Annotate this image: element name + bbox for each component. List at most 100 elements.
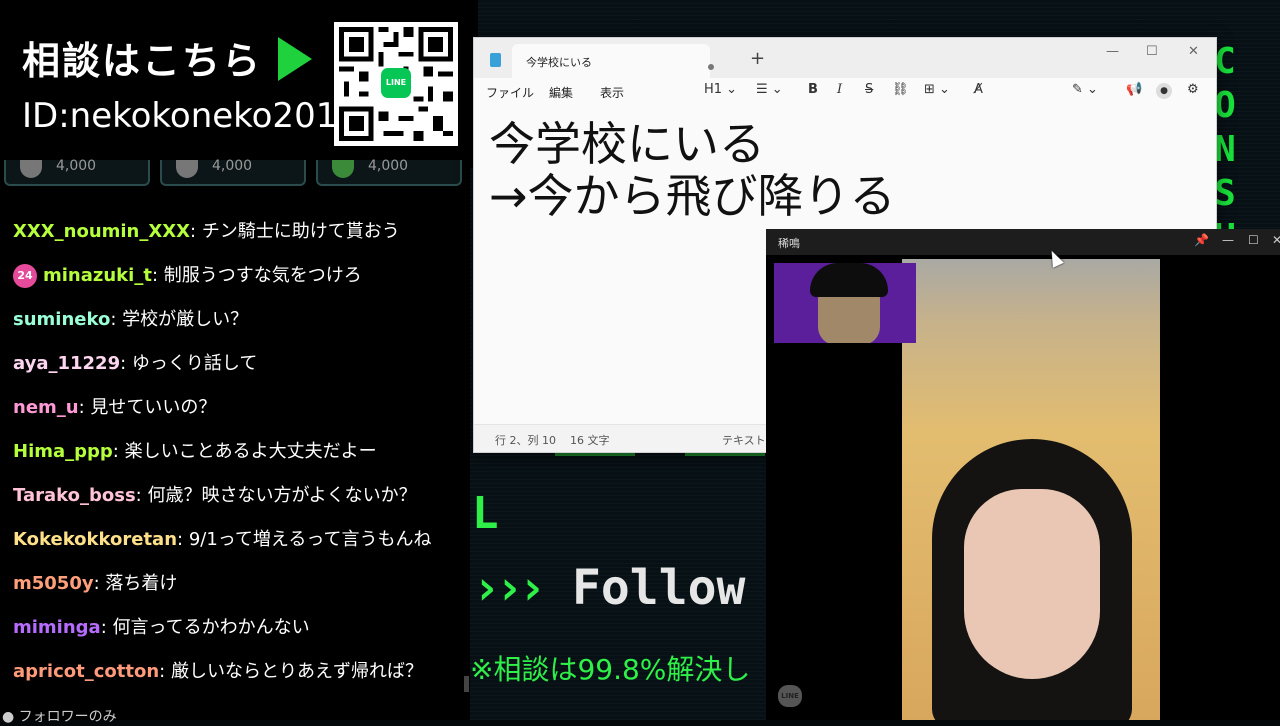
notepad-menubar bbox=[474, 78, 1216, 110]
chat-text: 学校が厳しい？ bbox=[122, 309, 249, 330]
sub-badge-icon: 24 bbox=[13, 264, 37, 288]
chat-message: Hima_ppp: 楽しいことあるよ大丈夫だよー bbox=[13, 432, 463, 476]
chat-message-list: XXX_noumin_XXX: チン騎士に助けて貰おう 24 minazuki_t:… bbox=[13, 212, 463, 696]
chat-separator: : bbox=[120, 353, 132, 374]
chat-scrollbar[interactable] bbox=[464, 676, 469, 692]
heading-dropdown[interactable]: H1 ⌄ bbox=[704, 82, 737, 97]
char-count: 16 文字 bbox=[570, 434, 610, 447]
line-watermark-icon: LINE bbox=[778, 685, 802, 707]
notepad-text-area[interactable]: 今学校にいる →今から飛び降りる bbox=[489, 118, 896, 222]
gift-count: 4,000 bbox=[212, 158, 253, 174]
table-dropdown-icon[interactable]: ⊞ ⌄ bbox=[924, 82, 950, 97]
chat-message: nem_u: 見せていいの？ bbox=[13, 388, 463, 432]
avatar bbox=[20, 160, 42, 178]
play-arrow-icon bbox=[278, 37, 312, 81]
settings-gear-icon[interactable]: ⚙ bbox=[1187, 82, 1199, 97]
chat-username[interactable]: Hima_ppp bbox=[13, 441, 113, 462]
clear-format-icon[interactable]: A̸ bbox=[974, 82, 983, 97]
chat-separator: : bbox=[110, 309, 123, 330]
italic-button[interactable]: I bbox=[837, 82, 842, 97]
chat-username[interactable]: minazuki_t bbox=[43, 265, 152, 286]
chat-separator: : bbox=[78, 397, 91, 418]
gift-tile: 4,000 bbox=[4, 158, 150, 186]
chat-separator: : bbox=[190, 221, 202, 242]
chat-separator: : bbox=[93, 573, 106, 594]
chat-message: miminga: 何言ってるかわかんない bbox=[13, 608, 463, 652]
chat-text: 何言ってるかわかんない bbox=[112, 617, 310, 638]
chat-separator: : bbox=[151, 265, 164, 286]
chat-panel: 相談はこちら ID:nekokoneko2018 LINE 4,000 4,00… bbox=[0, 0, 478, 725]
chat-username[interactable]: sumineko bbox=[13, 309, 110, 330]
account-icon[interactable]: ● bbox=[1156, 83, 1172, 99]
unsaved-dot-icon bbox=[708, 64, 714, 70]
chat-text: 制服うつすな気をつけろ bbox=[163, 265, 362, 286]
chat-message: Kokekokkoretan: 9/1って増えるって言うもんね bbox=[13, 520, 463, 564]
banner-line-id: ID:nekokoneko2018 bbox=[22, 96, 359, 136]
banner-title: 相談はこちら bbox=[22, 39, 263, 83]
chat-text: 見せていいの？ bbox=[90, 397, 217, 418]
self-avatar-hair bbox=[810, 263, 888, 297]
chat-text: 落ち着け bbox=[105, 573, 178, 594]
chat-username[interactable]: miminga bbox=[13, 617, 101, 638]
chat-username[interactable]: apricot_cotton bbox=[13, 661, 159, 682]
bold-button[interactable]: B bbox=[808, 82, 818, 97]
video-call-window: 稀鳴 📌 — ☐ ✕ LINE bbox=[766, 229, 1280, 720]
gift-tile: 4,000 bbox=[316, 158, 462, 186]
gift-count: 4,000 bbox=[368, 158, 409, 174]
background-consult-text: ※相談は99.8%解決し bbox=[470, 653, 751, 686]
new-tab-button[interactable]: + bbox=[750, 48, 765, 69]
minimize-button[interactable]: — bbox=[1222, 233, 1234, 247]
chat-message: 24 minazuki_t: 制服うつすな気をつけろ bbox=[13, 256, 463, 300]
chat-separator: : bbox=[135, 485, 148, 506]
background-letter: L bbox=[472, 488, 499, 539]
pin-icon[interactable]: 📌 bbox=[1194, 233, 1209, 247]
chat-username[interactable]: Tarako_boss bbox=[13, 485, 136, 506]
chat-username[interactable]: aya_11229 bbox=[13, 353, 120, 374]
chat-message: sumineko: 学校が厳しい？ bbox=[13, 300, 463, 344]
chat-username[interactable]: XXX_noumin_XXX bbox=[13, 221, 190, 242]
avatar bbox=[176, 160, 198, 178]
chat-username[interactable]: m5050y bbox=[13, 573, 94, 594]
text-line: 今学校にいる bbox=[489, 117, 765, 171]
chat-username[interactable]: nem_u bbox=[13, 397, 79, 418]
copilot-dropdown-icon[interactable]: ✎ ⌄ bbox=[1072, 82, 1098, 97]
consult-banner: 相談はこちら ID:nekokoneko2018 LINE bbox=[0, 0, 478, 168]
chat-text: 何歳？映さない方がよくないか？ bbox=[147, 485, 417, 506]
strikethrough-button[interactable]: S bbox=[865, 82, 873, 97]
file-format[interactable]: テキスト bbox=[722, 432, 766, 448]
maximize-button[interactable]: ☐ bbox=[1146, 44, 1158, 59]
chat-text: 楽しいことあるよ大丈夫だよー bbox=[124, 441, 377, 462]
avatar bbox=[332, 160, 354, 178]
notepad-titlebar[interactable]: 今学校にいる + — ☐ ✕ bbox=[474, 38, 1216, 78]
minimize-button[interactable]: — bbox=[1106, 44, 1119, 59]
background-follow-text: Follow bbox=[572, 560, 746, 616]
notepad-tab[interactable]: 今学校にいる bbox=[512, 44, 714, 78]
close-button[interactable]: ✕ bbox=[1272, 233, 1280, 247]
close-button[interactable]: ✕ bbox=[1188, 44, 1199, 59]
chat-text: ゆっくり話して bbox=[131, 353, 258, 374]
link-icon[interactable]: ⛓ bbox=[892, 82, 909, 97]
chat-separator: : bbox=[177, 529, 189, 550]
chat-text: 厳しいならとりあえず帰れば？ bbox=[170, 661, 423, 682]
line-logo-icon: LINE bbox=[381, 68, 411, 98]
chat-username[interactable]: Kokekokkoretan bbox=[13, 529, 177, 550]
menu-edit[interactable]: 編集 bbox=[549, 84, 573, 101]
heading-label: H1 bbox=[704, 82, 723, 97]
background-arrows: ››› bbox=[472, 560, 547, 616]
maximize-button[interactable]: ☐ bbox=[1248, 233, 1259, 247]
announce-icon[interactable]: 📢 bbox=[1126, 82, 1142, 97]
chat-text: チン騎士に助けて貰おう bbox=[201, 221, 400, 242]
remote-person-face bbox=[964, 489, 1100, 679]
list-dropdown-icon[interactable]: ☰ ⌄ bbox=[756, 82, 783, 97]
chat-message: m5050y: 落ち着け bbox=[13, 564, 463, 608]
menu-file[interactable]: ファイル bbox=[486, 84, 534, 101]
cursor-position: 行 2、列 10 bbox=[495, 434, 556, 447]
self-video-preview[interactable] bbox=[774, 263, 916, 343]
remote-video-feed bbox=[902, 259, 1160, 720]
chat-message: aya_11229: ゆっくり話して bbox=[13, 344, 463, 388]
chat-message: XXX_noumin_XXX: チン騎士に助けて貰おう bbox=[13, 212, 463, 256]
chat-separator: : bbox=[100, 617, 113, 638]
menu-view[interactable]: 表示 bbox=[600, 84, 624, 101]
text-line: →今から飛び降りる bbox=[489, 169, 896, 223]
call-titlebar[interactable]: 稀鳴 📌 — ☐ ✕ bbox=[766, 229, 1280, 255]
